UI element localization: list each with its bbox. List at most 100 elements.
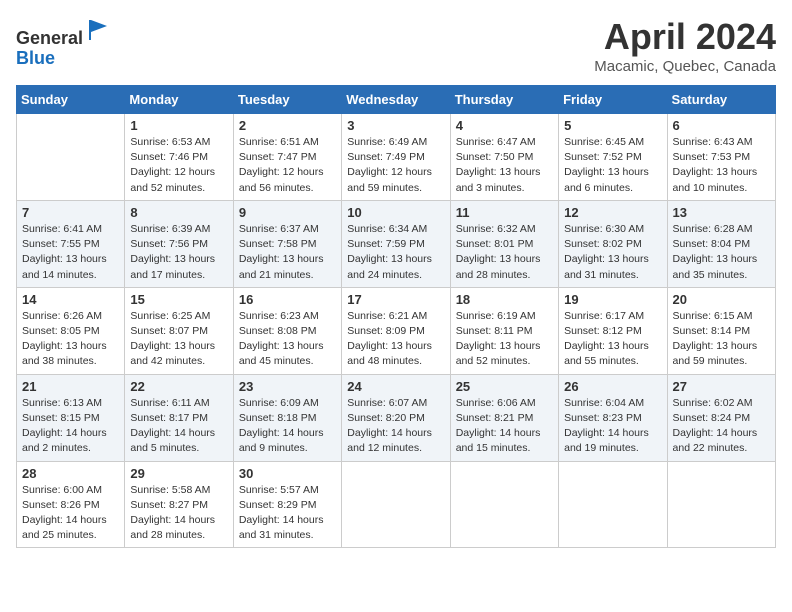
calendar-cell: 23 Sunrise: 6:09 AM Sunset: 8:18 PM Dayli… <box>233 374 341 461</box>
calendar-cell: 21 Sunrise: 6:13 AM Sunset: 8:15 PM Dayli… <box>17 374 125 461</box>
weekday-header-friday: Friday <box>559 86 667 114</box>
day-number: 11 <box>456 205 553 220</box>
day-info: Sunrise: 5:57 AM Sunset: 8:29 PM Dayligh… <box>239 483 336 544</box>
calendar-cell <box>17 114 125 201</box>
day-number: 20 <box>673 292 770 307</box>
day-number: 2 <box>239 118 336 133</box>
calendar-cell: 7Sunrise: 6:41 AM Sunset: 7:55 PM Daylig… <box>17 200 125 287</box>
day-number: 6 <box>673 118 770 133</box>
weekday-header-saturday: Saturday <box>667 86 775 114</box>
day-number: 25 <box>456 379 553 394</box>
day-number: 19 <box>564 292 661 307</box>
calendar-cell: 27 Sunrise: 6:02 AM Sunset: 8:24 PM Dayli… <box>667 374 775 461</box>
day-info: Sunrise: 6:04 AM Sunset: 8:23 PM Dayligh… <box>564 396 661 457</box>
day-info: Sunrise: 6:28 AM Sunset: 8:04 PM Dayligh… <box>673 222 770 283</box>
day-number: 4 <box>456 118 553 133</box>
day-info: Sunrise: 6:07 AM Sunset: 8:20 PM Dayligh… <box>347 396 444 457</box>
day-number: 26 <box>564 379 661 394</box>
logo-general: General <box>16 28 83 48</box>
week-row-3: 14 Sunrise: 6:26 AM Sunset: 8:05 PM Dayli… <box>17 287 776 374</box>
day-number: 3 <box>347 118 444 133</box>
day-info: Sunrise: 6:15 AM Sunset: 8:14 PM Dayligh… <box>673 309 770 370</box>
day-number: 24 <box>347 379 444 394</box>
location: Macamic, Quebec, Canada <box>594 58 776 75</box>
day-info: Sunrise: 6:51 AM Sunset: 7:47 PM Dayligh… <box>239 135 336 196</box>
calendar-cell: 4 Sunrise: 6:47 AM Sunset: 7:50 PM Daylig… <box>450 114 558 201</box>
calendar-cell: 12Sunrise: 6:30 AM Sunset: 8:02 PM Dayli… <box>559 200 667 287</box>
calendar-cell <box>667 461 775 548</box>
day-info: Sunrise: 6:49 AM Sunset: 7:49 PM Dayligh… <box>347 135 444 196</box>
calendar-cell: 3 Sunrise: 6:49 AM Sunset: 7:49 PM Daylig… <box>342 114 450 201</box>
weekday-header-tuesday: Tuesday <box>233 86 341 114</box>
calendar-cell: 13 Sunrise: 6:28 AM Sunset: 8:04 PM Dayli… <box>667 200 775 287</box>
calendar-cell: 22 Sunrise: 6:11 AM Sunset: 8:17 PM Dayli… <box>125 374 233 461</box>
month-title: April 2024 <box>594 16 776 58</box>
day-info: Sunrise: 6:26 AM Sunset: 8:05 PM Dayligh… <box>22 309 119 370</box>
calendar-cell: 11 Sunrise: 6:32 AM Sunset: 8:01 PM Dayli… <box>450 200 558 287</box>
week-row-5: 28 Sunrise: 6:00 AM Sunset: 8:26 PM Dayli… <box>17 461 776 548</box>
day-number: 13 <box>673 205 770 220</box>
day-info: Sunrise: 6:23 AM Sunset: 8:08 PM Dayligh… <box>239 309 336 370</box>
logo-flag-icon <box>85 16 113 44</box>
calendar-table: SundayMondayTuesdayWednesdayThursdayFrid… <box>16 85 776 548</box>
day-info: Sunrise: 6:13 AM Sunset: 8:15 PM Dayligh… <box>22 396 119 457</box>
day-info: Sunrise: 6:11 AM Sunset: 8:17 PM Dayligh… <box>130 396 227 457</box>
calendar-cell: 17Sunrise: 6:21 AM Sunset: 8:09 PM Dayli… <box>342 287 450 374</box>
calendar-cell: 20 Sunrise: 6:15 AM Sunset: 8:14 PM Dayli… <box>667 287 775 374</box>
day-number: 5 <box>564 118 661 133</box>
day-info: Sunrise: 6:47 AM Sunset: 7:50 PM Dayligh… <box>456 135 553 196</box>
calendar-cell: 28 Sunrise: 6:00 AM Sunset: 8:26 PM Dayli… <box>17 461 125 548</box>
weekday-header-wednesday: Wednesday <box>342 86 450 114</box>
day-number: 9 <box>239 205 336 220</box>
day-number: 17 <box>347 292 444 307</box>
weekday-header-thursday: Thursday <box>450 86 558 114</box>
day-info: Sunrise: 6:41 AM Sunset: 7:55 PM Dayligh… <box>22 222 119 283</box>
calendar-cell: 19 Sunrise: 6:17 AM Sunset: 8:12 PM Dayli… <box>559 287 667 374</box>
calendar-cell: 24 Sunrise: 6:07 AM Sunset: 8:20 PM Dayli… <box>342 374 450 461</box>
calendar-cell: 9Sunrise: 6:37 AM Sunset: 7:58 PM Daylig… <box>233 200 341 287</box>
day-info: Sunrise: 6:06 AM Sunset: 8:21 PM Dayligh… <box>456 396 553 457</box>
day-number: 12 <box>564 205 661 220</box>
weekday-header-row: SundayMondayTuesdayWednesdayThursdayFrid… <box>17 86 776 114</box>
week-row-4: 21 Sunrise: 6:13 AM Sunset: 8:15 PM Dayli… <box>17 374 776 461</box>
day-number: 18 <box>456 292 553 307</box>
title-block: April 2024 Macamic, Quebec, Canada <box>594 16 776 75</box>
calendar-cell <box>559 461 667 548</box>
calendar-cell: 5 Sunrise: 6:45 AM Sunset: 7:52 PM Daylig… <box>559 114 667 201</box>
day-number: 14 <box>22 292 119 307</box>
day-number: 16 <box>239 292 336 307</box>
calendar-cell <box>342 461 450 548</box>
day-number: 8 <box>130 205 227 220</box>
day-info: Sunrise: 6:39 AM Sunset: 7:56 PM Dayligh… <box>130 222 227 283</box>
calendar-cell: 25 Sunrise: 6:06 AM Sunset: 8:21 PM Dayli… <box>450 374 558 461</box>
calendar-cell: 8 Sunrise: 6:39 AM Sunset: 7:56 PM Daylig… <box>125 200 233 287</box>
day-number: 29 <box>130 466 227 481</box>
day-number: 21 <box>22 379 119 394</box>
day-info: Sunrise: 6:09 AM Sunset: 8:18 PM Dayligh… <box>239 396 336 457</box>
calendar-cell: 14 Sunrise: 6:26 AM Sunset: 8:05 PM Dayli… <box>17 287 125 374</box>
calendar-cell: 30Sunrise: 5:57 AM Sunset: 8:29 PM Dayli… <box>233 461 341 548</box>
calendar-cell: 2 Sunrise: 6:51 AM Sunset: 7:47 PM Daylig… <box>233 114 341 201</box>
page-header: General Blue April 2024 Macamic, Quebec,… <box>16 16 776 75</box>
day-info: Sunrise: 6:53 AM Sunset: 7:46 PM Dayligh… <box>130 135 227 196</box>
day-number: 15 <box>130 292 227 307</box>
logo: General Blue <box>16 16 113 69</box>
calendar-cell: 16 Sunrise: 6:23 AM Sunset: 8:08 PM Dayli… <box>233 287 341 374</box>
day-info: Sunrise: 6:00 AM Sunset: 8:26 PM Dayligh… <box>22 483 119 544</box>
calendar-cell: 18Sunrise: 6:19 AM Sunset: 8:11 PM Dayli… <box>450 287 558 374</box>
calendar-cell: 6Sunrise: 6:43 AM Sunset: 7:53 PM Daylig… <box>667 114 775 201</box>
logo-blue: Blue <box>16 48 55 68</box>
day-info: Sunrise: 6:45 AM Sunset: 7:52 PM Dayligh… <box>564 135 661 196</box>
calendar-cell <box>450 461 558 548</box>
day-number: 23 <box>239 379 336 394</box>
calendar-cell: 10Sunrise: 6:34 AM Sunset: 7:59 PM Dayli… <box>342 200 450 287</box>
day-info: Sunrise: 6:32 AM Sunset: 8:01 PM Dayligh… <box>456 222 553 283</box>
day-number: 27 <box>673 379 770 394</box>
day-info: Sunrise: 6:17 AM Sunset: 8:12 PM Dayligh… <box>564 309 661 370</box>
day-info: Sunrise: 6:25 AM Sunset: 8:07 PM Dayligh… <box>130 309 227 370</box>
day-number: 28 <box>22 466 119 481</box>
day-number: 22 <box>130 379 227 394</box>
day-info: Sunrise: 6:02 AM Sunset: 8:24 PM Dayligh… <box>673 396 770 457</box>
calendar-cell: 15 Sunrise: 6:25 AM Sunset: 8:07 PM Dayli… <box>125 287 233 374</box>
calendar-body: 1Sunrise: 6:53 AM Sunset: 7:46 PM Daylig… <box>17 114 776 548</box>
